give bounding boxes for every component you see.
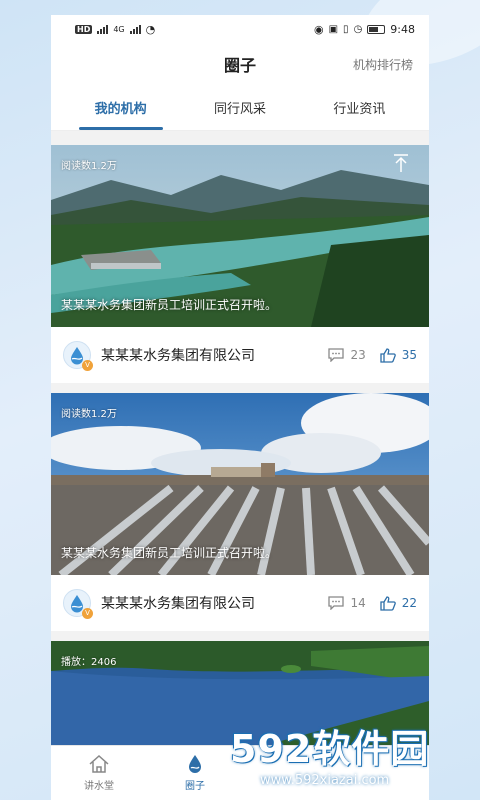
vibrate-icon: ▯ xyxy=(343,23,349,35)
verified-badge-icon: V xyxy=(82,360,93,371)
page-title: 圈子 xyxy=(223,56,256,75)
comment-count: 14 xyxy=(350,596,366,610)
watermark-url: www.592xiazai.com xyxy=(260,773,390,788)
clock: 9:48 xyxy=(390,22,415,36)
site-watermark: 592软件园 www.592xiazai.com xyxy=(230,718,480,800)
post-card[interactable]: 阅读数1.2万 某某某水务集团新员工培训正式召开啦。 V 某某某水务集团有限公司 xyxy=(51,393,429,631)
comment-count: 23 xyxy=(350,348,366,362)
house-icon xyxy=(89,754,109,773)
tab-my-org[interactable]: 我的机构 xyxy=(78,90,163,130)
play-count: 播放：2406 xyxy=(61,657,117,668)
status-right: ◉ ▣ ▯ ◷ 9:48 xyxy=(314,23,415,36)
like-stat[interactable]: 35 xyxy=(380,347,417,363)
like-count: 22 xyxy=(401,596,417,610)
water-drop-icon xyxy=(189,755,201,773)
verified-badge-icon: V xyxy=(82,608,93,619)
network-label: 4G xyxy=(113,24,125,34)
like-stat[interactable]: 22 xyxy=(380,595,417,611)
header: 圈子 机构排行榜 xyxy=(51,43,429,85)
comment-stat[interactable]: 23 xyxy=(328,348,366,362)
comment-icon xyxy=(328,348,345,362)
tab-label: 讲水堂 xyxy=(84,781,114,792)
watermark-logo: 592软件园 xyxy=(230,727,430,771)
avatar[interactable]: V xyxy=(63,341,93,371)
tab-bar-top: 我的机构 同行风采 行业资讯 xyxy=(51,85,429,131)
tab-industry-news[interactable]: 行业资讯 xyxy=(327,90,391,125)
signal-icon xyxy=(97,24,109,34)
app-screen: HD 4G ◔ ◉ ▣ ▯ ◷ 9:48 圈子 机构排行榜 我的机构 同行风采 … xyxy=(51,15,429,800)
post-caption: 某某某水务集团新员工培训正式召开啦。 xyxy=(61,298,278,312)
tab-circle[interactable]: 圈子 xyxy=(147,746,243,800)
org-name[interactable]: 某某某水务集团有限公司 xyxy=(101,345,314,365)
thumbs-up-icon xyxy=(380,595,396,611)
battery-icon xyxy=(367,24,386,34)
tab-lecture-hall[interactable]: 讲水堂 xyxy=(51,746,147,800)
hd-indicator: HD xyxy=(75,24,93,34)
status-bar: HD 4G ◔ ◉ ▣ ▯ ◷ 9:48 xyxy=(51,15,429,43)
avatar[interactable]: V xyxy=(63,589,93,619)
share-icon[interactable] xyxy=(393,153,409,173)
comment-icon xyxy=(328,596,345,610)
post-footer: V 某某某水务集团有限公司 23 35 xyxy=(51,327,429,383)
post-caption: 某某某水务集团新员工培训正式召开啦。 xyxy=(61,546,278,560)
alarm-icon: ◷ xyxy=(353,23,363,35)
post-feed: 阅读数1.2万 某某某水务集团新员工培训正式召开啦。 V 某某某水务集团有限公司 xyxy=(51,131,429,771)
post-card[interactable]: 阅读数1.2万 某某某水务集团新员工培训正式召开啦。 V 某某某水务集团有限公司 xyxy=(51,145,429,383)
post-image-river[interactable]: 阅读数1.2万 某某某水务集团新员工培训正式召开啦。 xyxy=(51,145,429,327)
thumbs-up-icon xyxy=(380,347,396,363)
org-name[interactable]: 某某某水务集团有限公司 xyxy=(101,593,314,613)
nfc-icon: ▣ xyxy=(328,23,339,35)
ranking-link[interactable]: 机构排行榜 xyxy=(353,56,413,73)
read-count: 阅读数1.2万 xyxy=(61,409,117,420)
tab-peer-showcase[interactable]: 同行风采 xyxy=(208,90,272,125)
status-left: HD 4G ◔ xyxy=(75,23,155,36)
post-footer: V 某某某水务集团有限公司 14 22 xyxy=(51,575,429,631)
like-count: 35 xyxy=(401,348,417,362)
signal-icon-2 xyxy=(129,24,141,34)
tab-label: 圈子 xyxy=(185,781,205,792)
eye-icon: ◉ xyxy=(313,22,324,36)
post-image-weir[interactable]: 阅读数1.2万 某某某水务集团新员工培训正式召开啦。 xyxy=(51,393,429,575)
wifi-icon: ◔ xyxy=(145,22,156,36)
read-count: 阅读数1.2万 xyxy=(61,161,117,172)
comment-stat[interactable]: 14 xyxy=(328,596,366,610)
